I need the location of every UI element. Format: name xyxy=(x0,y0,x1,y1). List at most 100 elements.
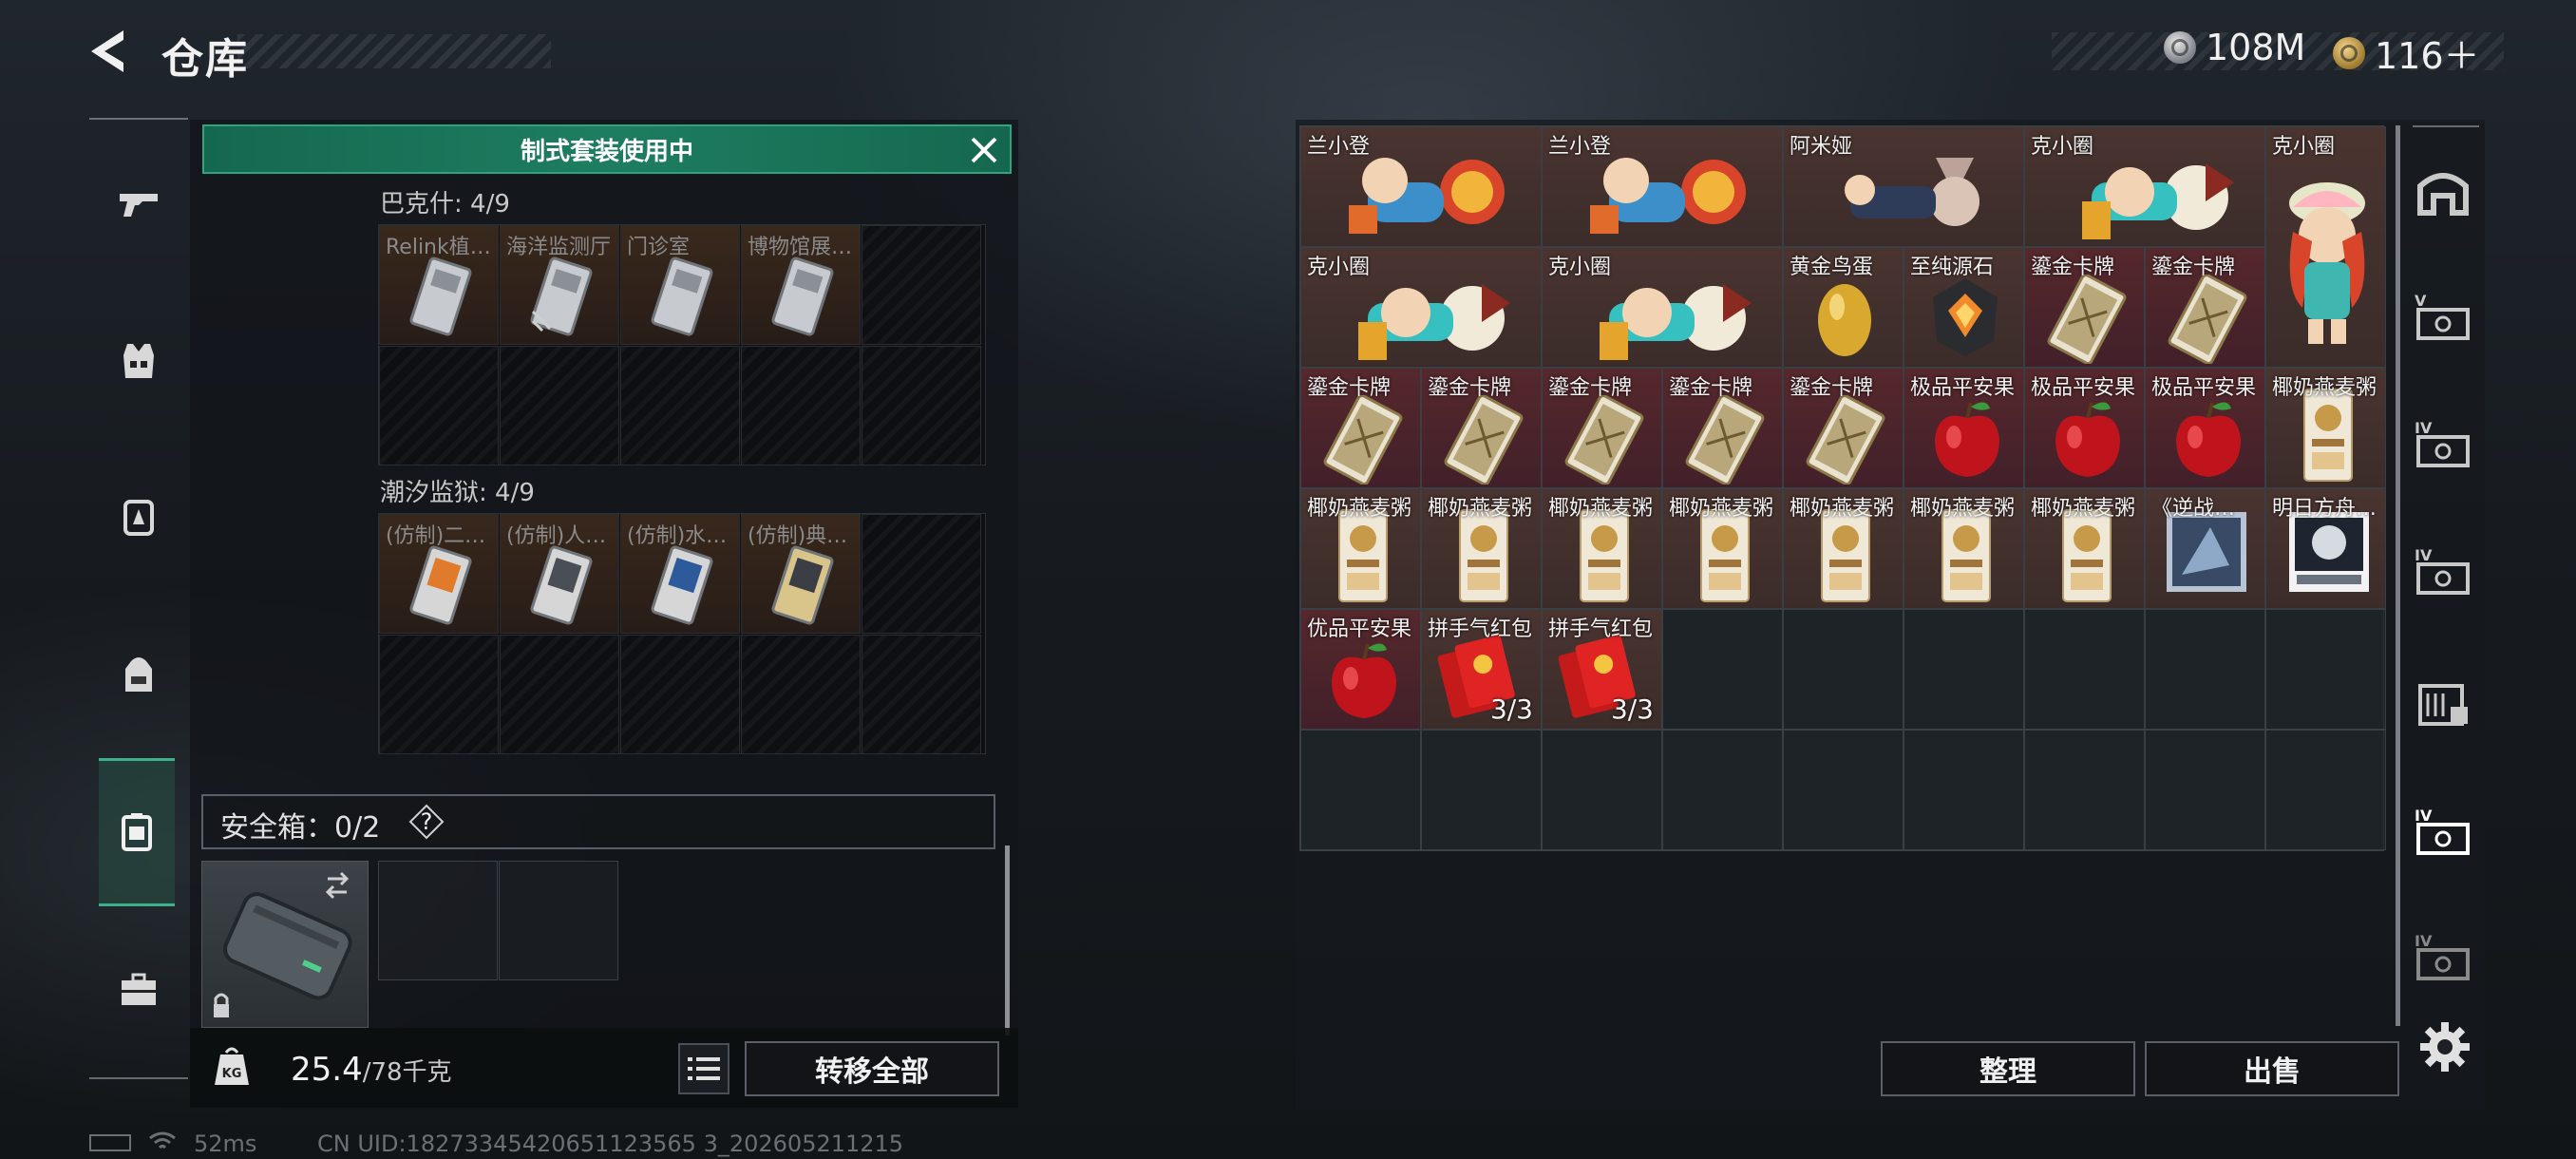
item-name: 黄金鸟蛋 xyxy=(1790,256,1874,279)
set-slot[interactable]: 门诊室 xyxy=(620,225,740,345)
close-banner-button[interactable] xyxy=(965,131,1003,169)
stash-item[interactable]: 椰奶燕麦粥 xyxy=(1783,488,1904,609)
stash-slot-empty[interactable] xyxy=(1904,730,2024,850)
stash-item[interactable]: 克小圈 xyxy=(1542,247,1783,368)
keycard-icon xyxy=(409,256,472,336)
set-slot[interactable]: Relink植… xyxy=(379,225,499,345)
stash-item[interactable]: 兰小登 xyxy=(1542,126,1783,247)
stash-item[interactable]: 拼手气红包 3/3 xyxy=(1542,609,1662,730)
stash-slot-empty[interactable] xyxy=(1542,730,1662,850)
list-view-button[interactable] xyxy=(678,1043,729,1094)
stash-item[interactable]: 鎏金卡牌 xyxy=(1662,368,1783,488)
stash-slot-empty[interactable] xyxy=(2024,730,2145,850)
back-button[interactable] xyxy=(84,25,137,78)
stash-item[interactable]: 黄金鸟蛋 xyxy=(1783,247,1904,368)
tab-case-iv-b[interactable]: IV xyxy=(2409,538,2477,606)
stash-item[interactable]: 椰奶燕麦粥 xyxy=(1542,488,1662,609)
silver-currency[interactable]: 108M xyxy=(2164,27,2305,68)
stash-slot-empty[interactable] xyxy=(1662,730,1783,850)
tab-home[interactable] xyxy=(2409,158,2477,226)
left-scrollbar[interactable] xyxy=(1005,846,1010,1036)
tab-case-v[interactable]: V xyxy=(2409,283,2477,352)
set-slot[interactable]: (仿制)典… xyxy=(741,514,861,634)
stash-slot-empty[interactable] xyxy=(2024,609,2145,730)
doll-red-icon xyxy=(1600,284,1752,360)
stash-item[interactable]: 克小圈 xyxy=(2024,126,2265,247)
stash-slot-empty[interactable] xyxy=(2145,730,2265,850)
stash-item[interactable]: 阿米娅 xyxy=(1783,126,2024,247)
stash-slot-empty[interactable] xyxy=(1421,730,1542,850)
stash-item[interactable]: 克小圈 xyxy=(2265,126,2386,368)
settings-button[interactable] xyxy=(2418,1020,2472,1074)
item-name: 鎏金卡牌 xyxy=(2031,256,2115,279)
back-arrow-icon xyxy=(91,30,123,72)
item-name: 阿米娅 xyxy=(1790,135,1853,159)
stash-item[interactable]: 兰小登 xyxy=(1300,126,1542,247)
nav-toolbox[interactable] xyxy=(99,950,179,1030)
stash-item[interactable]: 克小圈 xyxy=(1300,247,1542,368)
stash-item[interactable]: 椰奶燕麦粥 xyxy=(1904,488,2024,609)
keycard-icon xyxy=(651,545,713,625)
item-name: 椰奶燕麦粥 xyxy=(2031,497,2136,521)
tier-iv-case-a-icon: IV xyxy=(2415,419,2470,467)
set-title: 巴克什: 4/9 xyxy=(380,190,510,218)
close-icon xyxy=(971,137,997,163)
stash-item[interactable]: 椰奶燕麦粥 xyxy=(1662,488,1783,609)
set-slot[interactable]: (仿制)人… xyxy=(500,514,619,634)
stash-slot-empty[interactable] xyxy=(1662,609,1783,730)
tab-case-iv-d[interactable]: IV xyxy=(2409,923,2477,992)
nav-armor[interactable] xyxy=(99,321,179,401)
stash-item[interactable]: 鎏金卡牌 xyxy=(1783,368,1904,488)
stash-item[interactable]: 鎏金卡牌 xyxy=(1542,368,1662,488)
stash-item[interactable]: 极品平安果 xyxy=(2024,368,2145,488)
tab-case-iv-a[interactable]: IV xyxy=(2409,410,2477,479)
transfer-all-button[interactable]: 转移全部 xyxy=(745,1041,999,1096)
stash-item[interactable]: 优品平安果 xyxy=(1300,609,1421,730)
set-slot[interactable]: 海洋监测厅 xyxy=(500,225,619,345)
stash-item[interactable]: 极品平安果 xyxy=(2145,368,2265,488)
stash-slot-empty[interactable] xyxy=(2145,609,2265,730)
stash-slot-empty[interactable] xyxy=(1783,609,1904,730)
safe-slot-empty[interactable] xyxy=(499,861,618,980)
stash-item[interactable]: 椰奶燕麦粥 xyxy=(1300,488,1421,609)
stash-item[interactable]: 拼手气红包 3/3 xyxy=(1421,609,1542,730)
uid-text: CN UID:18273345420651123565 3_2026052112… xyxy=(317,1130,904,1157)
safe-container-slot[interactable] xyxy=(201,861,369,1028)
stash-scrollbar[interactable] xyxy=(2396,125,2400,1026)
tab-ticket-box[interactable] xyxy=(2409,669,2477,737)
stash-slot-empty[interactable] xyxy=(1904,609,2024,730)
set-slot-empty xyxy=(862,514,981,634)
stash-item[interactable]: 明日方舟… xyxy=(2265,488,2386,609)
safe-case-icon xyxy=(214,871,352,1017)
stash-item[interactable]: 鎏金卡牌 xyxy=(2024,247,2145,368)
nav-rig[interactable] xyxy=(99,477,179,557)
nav-weapons[interactable] xyxy=(99,163,179,243)
stash-slot-empty[interactable] xyxy=(1783,730,1904,850)
tab-case-iv-c[interactable]: IV xyxy=(2409,798,2477,866)
stash-slot-empty[interactable] xyxy=(2265,730,2386,850)
nav-container[interactable] xyxy=(99,758,175,906)
stash-item[interactable]: 鎏金卡牌 xyxy=(1300,368,1421,488)
set-slot[interactable]: (仿制)水… xyxy=(620,514,740,634)
stash-item[interactable]: 椰奶燕麦粥 xyxy=(2024,488,2145,609)
stash-item[interactable]: 鎏金卡牌 xyxy=(2145,247,2265,368)
nav-backpack[interactable] xyxy=(99,635,179,714)
stash-item[interactable]: 椰奶燕麦粥 xyxy=(1421,488,1542,609)
safe-slot-empty[interactable] xyxy=(378,861,498,980)
stash-item[interactable]: 《逆战… xyxy=(2145,488,2265,609)
gold-currency[interactable]: 116＋ xyxy=(2333,27,2480,79)
stash-item[interactable]: 椰奶燕麦粥 xyxy=(2265,368,2386,488)
stash-item[interactable]: 极品平安果 xyxy=(1904,368,2024,488)
stash-slot-empty[interactable] xyxy=(2265,609,2386,730)
stash-item[interactable]: 鎏金卡牌 xyxy=(1421,368,1542,488)
sort-button[interactable]: 整理 xyxy=(1881,1041,2135,1096)
sell-button[interactable]: 出售 xyxy=(2145,1041,2399,1096)
help-button[interactable]: ? xyxy=(408,804,445,840)
item-name: 椰奶燕麦粥 xyxy=(2272,376,2377,400)
stash-slot-empty[interactable] xyxy=(1300,730,1421,850)
set-grid: Relink植… 海洋监测厅 门诊室 博物馆展… xyxy=(378,224,986,466)
set-slot[interactable]: 博物馆展… xyxy=(741,225,861,345)
set-slot[interactable]: (仿制)二… xyxy=(379,514,499,634)
stash-item[interactable]: 至纯源石 xyxy=(1904,247,2024,368)
item-name: 拼手气红包 xyxy=(1428,618,1533,641)
